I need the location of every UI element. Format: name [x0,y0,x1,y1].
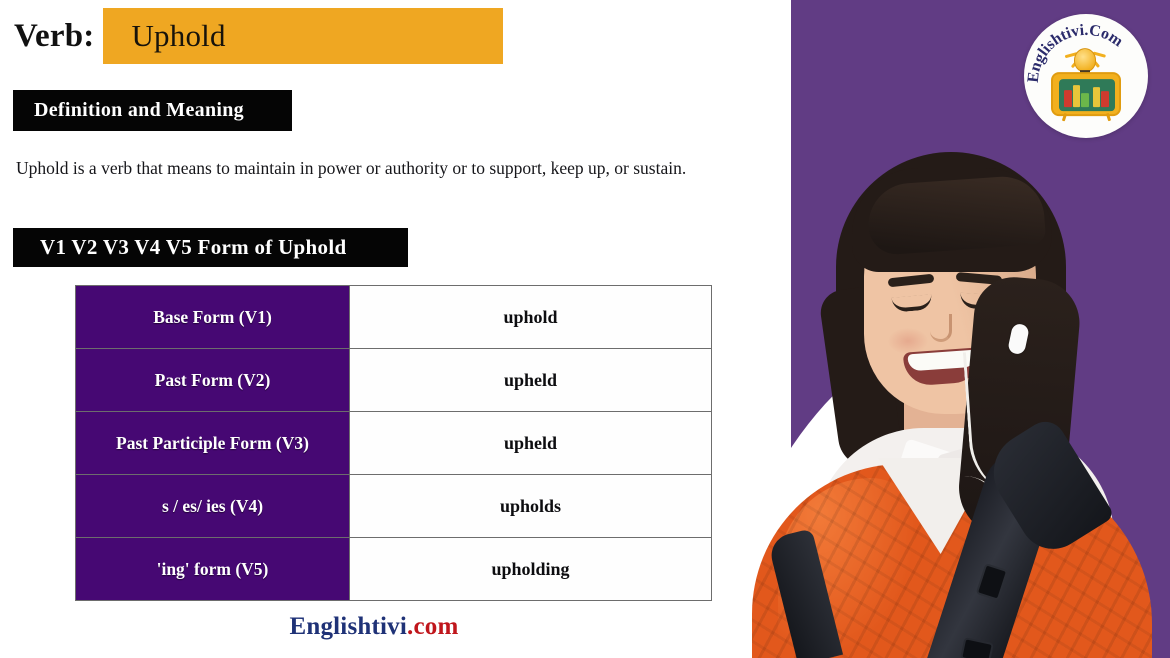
book-icon [1064,90,1072,108]
footer-brand-name: Englishtivi [289,613,408,640]
footer-brand[interactable]: Englishtivi.com [0,613,748,641]
poster-canvas: Englishtivi.Com Verb: Uphold Definition … [0,0,1170,658]
television-icon [1051,72,1121,122]
verb-value: Uphold [131,18,226,53]
verb-forms-section-tag: V1 V2 V3 V4 V5 Form of Uphold [13,228,408,267]
table-row: Past Form (V2) upheld [75,348,712,412]
photo-cheek [888,328,928,354]
book-icon [1073,85,1080,108]
form-value: upheld [349,348,712,412]
form-label: Base Form (V1) [75,285,350,349]
form-value: upholds [349,474,712,538]
photo-hair-sweep [865,173,1047,257]
tv-leg [1061,113,1067,122]
form-label: 'ing' form (V5) [75,537,350,601]
definition-section-tag: Definition and Meaning [13,90,292,131]
book-icon [1093,87,1100,108]
definition-paragraph: Uphold is a verb that means to maintain … [16,158,687,178]
student-photo [718,128,1170,658]
form-value: upheld [349,411,712,475]
verb-label: Verb: [14,17,95,54]
form-value: upholding [349,537,712,601]
footer-brand-tld: .com [407,613,459,640]
table-row: s / es/ ies (V4) upholds [75,474,712,538]
table-row: 'ing' form (V5) upholding [75,537,712,601]
tv-leg [1105,113,1111,122]
tv-screen [1059,79,1115,112]
verb-heading-row: Verb: Uphold [14,8,504,64]
verb-value-chip: Uphold [103,8,504,64]
table-row: Past Participle Form (V3) upheld [75,411,712,475]
table-row: Base Form (V1) uphold [75,285,712,349]
form-label: Past Form (V2) [75,348,350,412]
verb-forms-table: Base Form (V1) uphold Past Form (V2) uph… [75,285,712,601]
verb-forms-table-body: Base Form (V1) uphold Past Form (V2) uph… [75,285,712,601]
englishtivi-logo[interactable]: Englishtivi.Com [1024,14,1148,138]
lightbulb-icon [1074,48,1096,73]
form-value: uphold [349,285,712,349]
book-icon [1081,93,1089,108]
form-label: s / es/ ies (V4) [75,474,350,538]
book-icon [1101,91,1109,108]
photo-nose [930,314,952,342]
form-label: Past Participle Form (V3) [75,411,350,475]
